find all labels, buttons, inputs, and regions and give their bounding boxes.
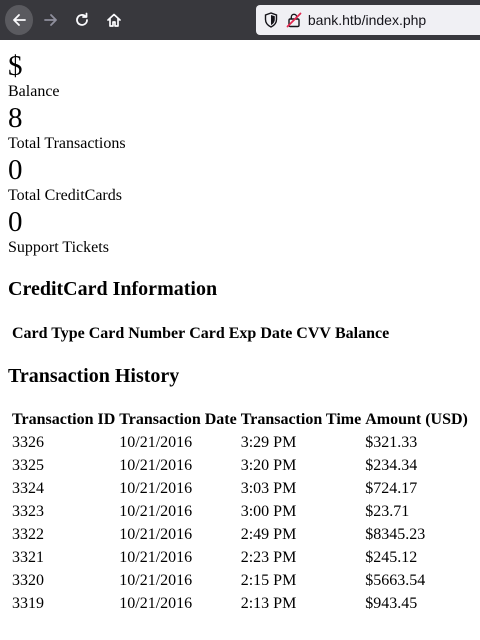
amount-cell: $23.71: [365, 503, 410, 520]
transaction-time-cell: 3:20 PM: [240, 457, 297, 474]
creditcard-table: Card Type Card Number Card Exp Date CVV …: [9, 321, 392, 346]
url-text: bank.htb/index.php: [307, 12, 427, 28]
home-button[interactable]: [99, 5, 127, 35]
transaction-time-cell: 3:03 PM: [240, 480, 297, 497]
transaction-id-cell: 3319: [12, 595, 44, 612]
transaction-date-cell: 10/21/2016: [119, 572, 193, 589]
column-header: Transaction Time: [240, 411, 362, 428]
amount-cell: $8345.23: [365, 526, 426, 543]
creditcard-heading: CreditCard Information: [8, 278, 218, 300]
transaction-id-cell: 3321: [12, 549, 44, 566]
table-row: 3319 10/21/2016 2:13 PM $943.45: [11, 593, 469, 614]
column-header: Transaction Date: [119, 411, 237, 428]
transaction-date-cell: 10/21/2016: [119, 549, 193, 566]
column-header: Card Type: [12, 325, 85, 342]
table-row: 3325 10/21/2016 3:20 PM $234.34: [11, 455, 469, 476]
total-creditcards-value: 0: [8, 154, 23, 186]
column-header: Amount (USD): [365, 411, 468, 428]
column-header: Transaction ID: [12, 411, 116, 428]
column-header: Balance: [334, 325, 390, 342]
total-transactions-value: 8: [8, 102, 23, 134]
home-icon: [106, 13, 121, 27]
transaction-id-cell: 3326: [12, 434, 44, 451]
amount-cell: $943.45: [365, 595, 418, 612]
page-content: $ Balance 8 Total Transactions 0 Total C…: [0, 40, 480, 616]
back-arrow-icon: [13, 14, 27, 26]
transaction-table: Transaction ID Transaction Date Transact…: [9, 407, 471, 616]
creditcard-header-row: Card Type Card Number Card Exp Date CVV …: [11, 323, 390, 344]
transaction-id-cell: 3325: [12, 457, 44, 474]
amount-cell: $5663.54: [365, 572, 426, 589]
stat-total-transactions: 8 Total Transactions: [8, 103, 472, 155]
table-row: 3320 10/21/2016 2:15 PM $5663.54: [11, 570, 469, 591]
insecure-lock-icon[interactable]: [286, 12, 302, 28]
transaction-time-cell: 2:15 PM: [240, 572, 297, 589]
transaction-time-cell: 2:49 PM: [240, 526, 297, 543]
forward-button[interactable]: [36, 5, 64, 35]
transaction-history-heading: Transaction History: [8, 365, 180, 387]
amount-cell: $245.12: [365, 549, 418, 566]
transaction-date-cell: 10/21/2016: [119, 526, 193, 543]
stat-total-creditcards: 0 Total CreditCards: [8, 155, 472, 207]
transaction-date-cell: 10/21/2016: [119, 480, 193, 497]
transaction-time-cell: 3:00 PM: [240, 503, 297, 520]
table-row: 3326 10/21/2016 3:29 PM $321.33: [11, 432, 469, 453]
transaction-header-row: Transaction ID Transaction Date Transact…: [11, 409, 469, 430]
column-header: CVV: [296, 325, 331, 342]
transaction-time-cell: 2:13 PM: [240, 595, 297, 612]
amount-cell: $321.33: [365, 434, 418, 451]
column-header: Card Exp Date: [189, 325, 293, 342]
browser-toolbar: bank.htb/index.php: [0, 0, 480, 40]
reload-icon: [76, 12, 88, 26]
transaction-date-cell: 10/21/2016: [119, 595, 193, 612]
transaction-id-cell: 3320: [12, 572, 44, 589]
transaction-date-cell: 10/21/2016: [119, 503, 193, 520]
transaction-date-cell: 10/21/2016: [119, 457, 193, 474]
transaction-id-cell: 3322: [12, 526, 44, 543]
transaction-date-cell: 10/21/2016: [119, 434, 193, 451]
stat-support-tickets: 0 Support Tickets: [8, 207, 472, 259]
transaction-rows: 3326 10/21/2016 3:29 PM $321.33 3325 10/21/20…: [11, 432, 469, 614]
transaction-time-cell: 2:23 PM: [240, 549, 297, 566]
total-transactions-label: Total Transactions: [8, 135, 126, 152]
table-row: 3321 10/21/2016 2:23 PM $245.12: [11, 547, 469, 568]
table-row: 3323 10/21/2016 3:00 PM $23.71: [11, 501, 469, 522]
table-row: 3322 10/21/2016 2:49 PM $8345.23: [11, 524, 469, 545]
address-bar[interactable]: bank.htb/index.php: [255, 5, 480, 35]
tracking-protection-shield-icon[interactable]: [264, 12, 278, 28]
column-header: Card Number: [88, 325, 186, 342]
forward-arrow-icon: [43, 14, 57, 26]
transaction-id-cell: 3324: [12, 480, 44, 497]
balance-label: Balance: [8, 83, 60, 100]
transaction-id-cell: 3323: [12, 503, 44, 520]
back-button[interactable]: [5, 5, 34, 35]
table-row: 3324 10/21/2016 3:03 PM $724.17: [11, 478, 469, 499]
transaction-time-cell: 3:29 PM: [240, 434, 297, 451]
stat-balance: $ Balance: [8, 51, 472, 103]
reload-button[interactable]: [68, 5, 96, 35]
support-tickets-value: 0: [8, 206, 23, 238]
balance-value: $: [8, 50, 23, 82]
support-tickets-label: Support Tickets: [8, 239, 109, 256]
amount-cell: $234.34: [365, 457, 418, 474]
total-creditcards-label: Total CreditCards: [8, 187, 122, 204]
amount-cell: $724.17: [365, 480, 418, 497]
